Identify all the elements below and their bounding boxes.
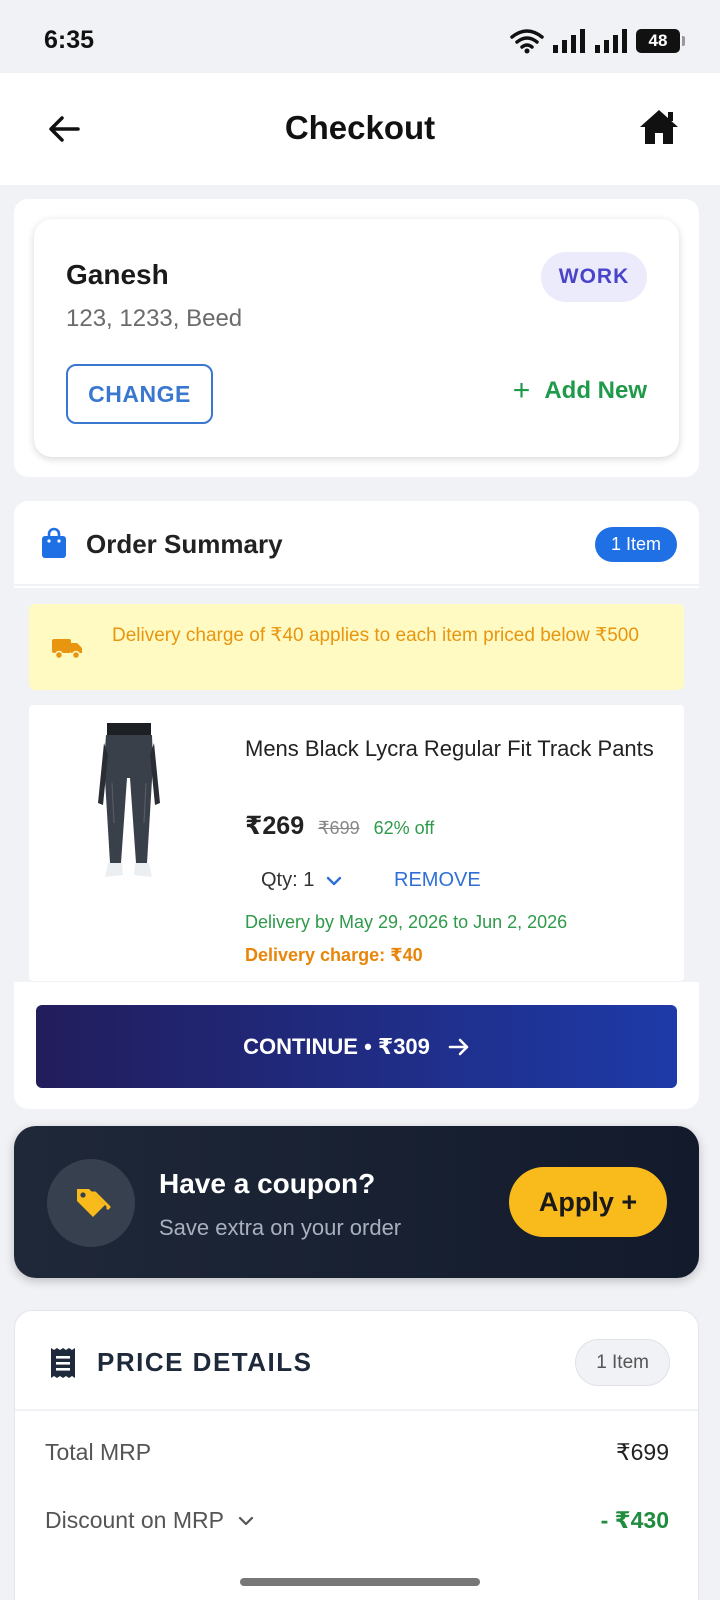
- plus-icon: +: [512, 374, 531, 407]
- tag-icon: [77, 1189, 111, 1217]
- battery-indicator: 48: [636, 29, 685, 53]
- product-discount: 62% off: [373, 818, 435, 838]
- discount-label: Discount on MRP: [45, 1507, 224, 1533]
- address-name: Ganesh: [66, 259, 169, 290]
- status-bar: 6:35 48: [0, 0, 720, 73]
- quantity-label: Qty: 1: [261, 869, 315, 891]
- home-icon[interactable]: [638, 107, 680, 147]
- change-address-button[interactable]: CHANGE: [66, 364, 213, 424]
- cart-item: Mens Black Lycra Regular Fit Track Pants…: [29, 705, 684, 981]
- coupon-card: Have a coupon? Save extra on your order …: [14, 1126, 699, 1278]
- price-row-label: Total MRP: [45, 1439, 151, 1466]
- price-row-label: Discount on MRP: [45, 1507, 254, 1534]
- address-card: Ganesh 123, 1233, Beed WORK CHANGE + Add…: [34, 219, 679, 457]
- shopping-bag-icon: [42, 527, 66, 558]
- signal-icon-2: [595, 29, 627, 53]
- price-row-total-mrp: Total MRP ₹699: [45, 1439, 669, 1466]
- page-title: Checkout: [284, 109, 436, 146]
- add-new-address-button[interactable]: + Add New: [512, 374, 647, 407]
- item-count-badge: 1 Item: [594, 527, 677, 562]
- delivery-charge-notice: Delivery charge of ₹40 applies to each i…: [29, 604, 684, 690]
- receipt-icon: [51, 1348, 75, 1378]
- price-details-count-badge: 1 Item: [575, 1339, 670, 1386]
- price-row: ₹269 ₹699 62% off: [245, 811, 434, 841]
- price-details-section: PRICE DETAILS 1 Item Total MRP ₹699 Disc…: [14, 1310, 699, 1600]
- continue-button[interactable]: CONTINUE • ₹309: [36, 1005, 677, 1088]
- price-details-title: PRICE DETAILS: [97, 1347, 313, 1377]
- coupon-subtitle: Save extra on your order: [159, 1215, 402, 1240]
- coupon-title: Have a coupon?: [159, 1168, 376, 1199]
- product-price: ₹269: [245, 812, 305, 840]
- apply-coupon-button[interactable]: Apply +: [509, 1167, 667, 1237]
- truck-icon: [52, 639, 82, 660]
- status-icons: 48: [510, 26, 685, 56]
- chevron-down-icon: [327, 876, 342, 885]
- remove-item-button[interactable]: REMOVE: [394, 869, 481, 892]
- quantity-selector[interactable]: Qty: 1: [261, 869, 342, 892]
- discount-value: - ₹430: [600, 1507, 669, 1533]
- total-mrp-value: ₹699: [615, 1439, 669, 1465]
- home-indicator[interactable]: [240, 1578, 480, 1586]
- price-row-discount[interactable]: Discount on MRP - ₹430: [45, 1507, 669, 1534]
- total-mrp-label: Total MRP: [45, 1439, 152, 1465]
- product-image: [98, 723, 160, 877]
- order-summary-title: Order Summary: [86, 529, 283, 559]
- delivery-date: Delivery by May 29, 2026 to Jun 2, 2026: [245, 912, 568, 932]
- status-time: 6:35: [44, 26, 95, 54]
- add-new-label: Add New: [544, 377, 647, 404]
- order-summary-header: Order Summary 1 Item: [14, 501, 699, 586]
- signal-icon: [553, 29, 585, 53]
- delivery-charge: Delivery charge: ₹40: [245, 945, 423, 965]
- address-section: Ganesh 123, 1233, Beed WORK CHANGE + Add…: [14, 199, 699, 477]
- price-details-header: PRICE DETAILS 1 Item: [15, 1311, 698, 1411]
- chevron-down-icon: [238, 1516, 254, 1525]
- wifi-icon: [510, 29, 544, 54]
- delivery-notice-text: Delivery charge of ₹40 applies to each i…: [112, 625, 639, 646]
- arrow-right-icon: [448, 1038, 469, 1055]
- address-line: 123, 1233, Beed: [66, 305, 243, 332]
- app-header: Checkout: [0, 73, 720, 185]
- coupon-icon-circle: [47, 1159, 135, 1247]
- product-mrp: ₹699: [318, 818, 360, 838]
- order-summary-body: Delivery charge of ₹40 applies to each i…: [14, 588, 699, 982]
- continue-label: CONTINUE • ₹309: [243, 1033, 430, 1059]
- address-type-badge: WORK: [541, 252, 647, 302]
- product-name: Mens Black Lycra Regular Fit Track Pants: [245, 736, 654, 761]
- order-summary-section: Order Summary 1 Item Delivery charge of …: [14, 501, 699, 1109]
